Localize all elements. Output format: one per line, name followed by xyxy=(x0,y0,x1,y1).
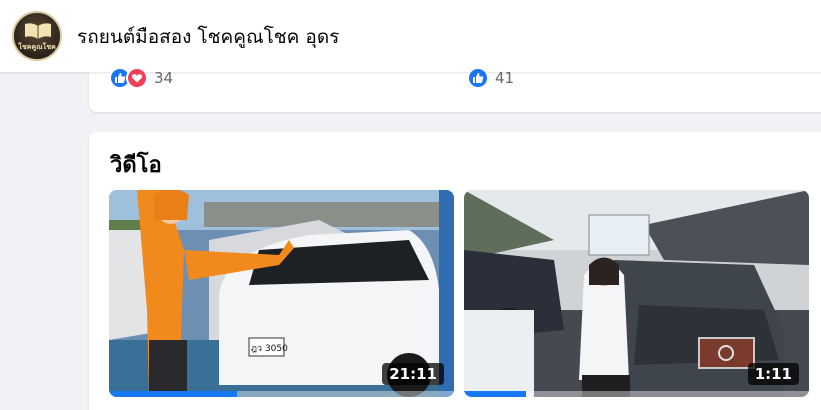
video-thumbnail[interactable]: 1:11 xyxy=(464,190,809,397)
page-title[interactable]: รถยนต์มือสอง โชคคูณโชค อุดร xyxy=(77,22,339,52)
book-logo-icon xyxy=(25,23,51,39)
watch-progress-fill xyxy=(109,391,237,397)
section-title: วิดีโอ xyxy=(110,153,162,178)
like-icon xyxy=(467,67,489,89)
watch-progress-bar xyxy=(109,391,454,397)
page-header: โชคคูณโชค รถยนต์มือสอง โชคคูณโชค อุดร xyxy=(0,0,821,72)
love-icon xyxy=(126,67,148,89)
video-duration: 1:11 xyxy=(747,363,799,385)
page-avatar[interactable]: โชคคูณโชค xyxy=(12,11,62,61)
watch-progress-bar xyxy=(464,391,809,397)
video-thumbnail[interactable]: ฎว 3050 21:11 xyxy=(109,190,454,397)
video-duration: 21:11 xyxy=(382,363,444,385)
license-plate-text: ฎว 3050 xyxy=(251,344,288,354)
reaction-count: 34 xyxy=(154,69,174,87)
reaction-summary[interactable]: 34 xyxy=(109,67,173,89)
reaction-count: 41 xyxy=(495,69,515,87)
avatar-logo-text: โชคคูณโชค xyxy=(18,43,56,51)
reaction-summary[interactable]: 41 xyxy=(467,67,514,89)
watch-progress-fill xyxy=(464,391,527,397)
